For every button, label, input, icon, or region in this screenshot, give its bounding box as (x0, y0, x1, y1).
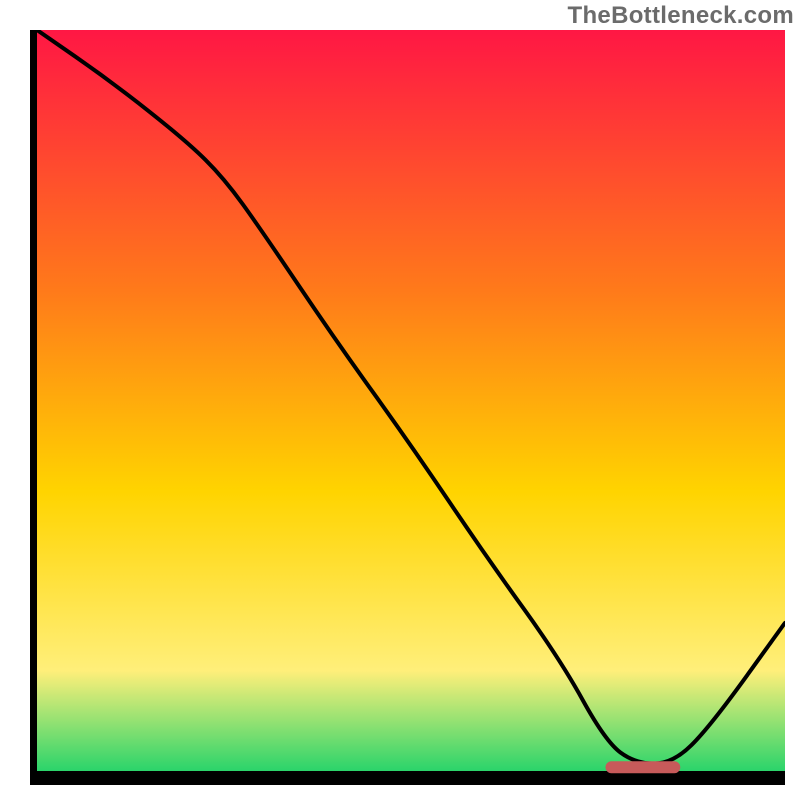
chart-frame: TheBottleneck.com (0, 0, 800, 800)
optimal-region-marker (605, 761, 680, 773)
watermark-text: TheBottleneck.com (568, 2, 794, 30)
plot-area (30, 30, 785, 785)
plot-svg (30, 30, 785, 785)
gradient-background (30, 30, 785, 775)
